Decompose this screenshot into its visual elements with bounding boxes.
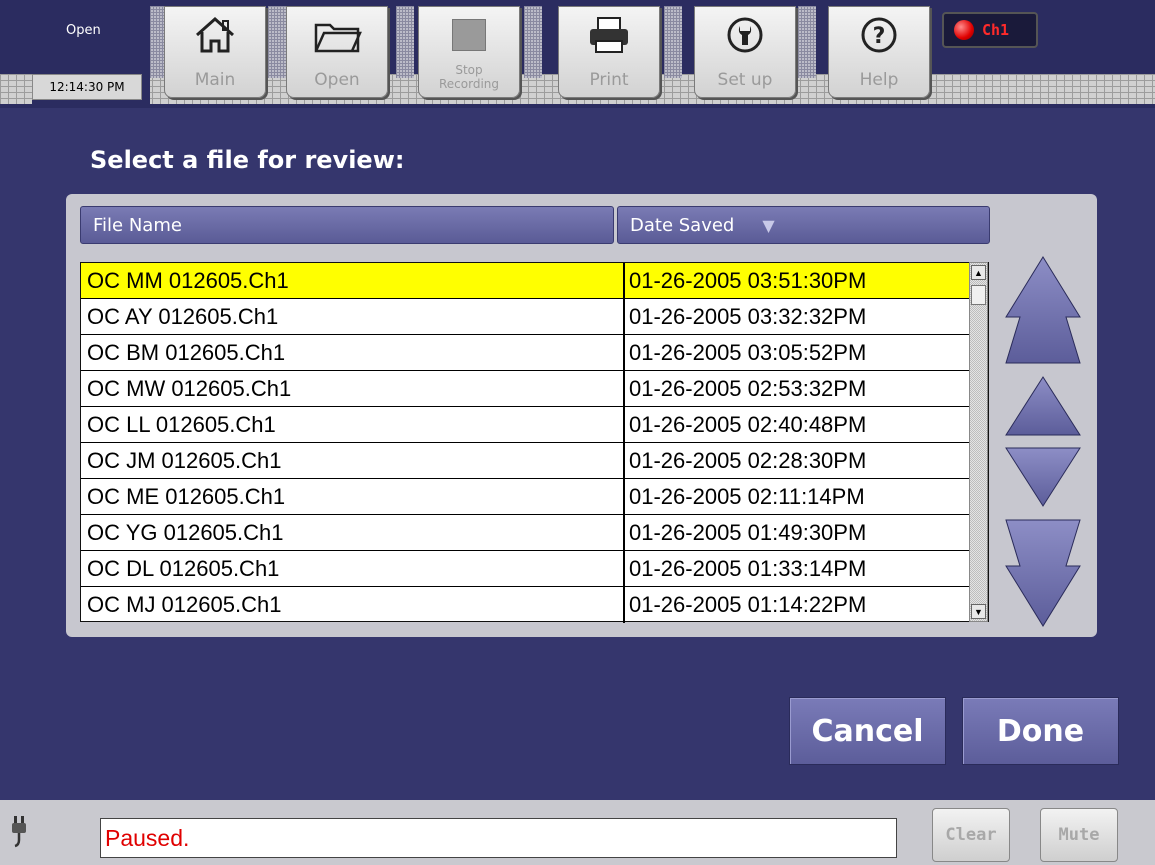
printer-icon <box>559 13 659 57</box>
help-button-label: Help <box>859 70 899 90</box>
table-row[interactable]: OC MJ 012605.Ch1 01-26-2005 01:14:22PM <box>81 587 969 623</box>
date-saved-cell: 01-26-2005 02:11:14PM <box>623 479 865 515</box>
column-header-file-name-label: File Name <box>93 214 182 236</box>
date-saved-cell: 01-26-2005 01:33:14PM <box>623 551 866 587</box>
column-header-date-saved-label: Date Saved <box>630 214 735 236</box>
table-row[interactable]: OC YG 012605.Ch1 01-26-2005 01:49:30PM <box>81 515 969 551</box>
stop-label-line2: Recording <box>438 77 500 91</box>
folder-icon <box>287 13 387 57</box>
print-button-label: Print <box>589 70 629 90</box>
date-saved-cell: 01-26-2005 03:32:32PM <box>623 299 866 335</box>
file-name-cell: OC AY 012605.Ch1 <box>87 303 279 329</box>
channel-label: Ch1 <box>982 21 1010 39</box>
print-button[interactable]: Print <box>558 6 660 98</box>
file-table: OC MM 012605.Ch1 01-26-2005 03:51:30PM O… <box>80 262 989 623</box>
mute-button[interactable]: Mute <box>1040 808 1118 862</box>
cancel-button[interactable]: Cancel <box>789 697 946 765</box>
open-button-label: Open <box>314 70 360 90</box>
status-message-field: Paused. <box>100 818 897 858</box>
sort-descending-icon: ▼ <box>762 215 775 235</box>
page-up-button[interactable] <box>1004 255 1082 365</box>
clear-button[interactable]: Clear <box>932 808 1010 862</box>
table-row[interactable]: OC BM 012605.Ch1 01-26-2005 03:05:52PM <box>81 335 969 371</box>
date-saved-cell: 01-26-2005 01:14:22PM <box>623 587 866 623</box>
date-saved-cell: 01-26-2005 03:51:30PM <box>623 263 866 299</box>
file-name-cell: OC YG 012605.Ch1 <box>87 519 284 545</box>
column-header-file-name[interactable]: File Name <box>80 206 614 244</box>
record-dot-icon <box>954 20 974 40</box>
scroll-up-arrow-icon[interactable]: ▲ <box>971 265 986 280</box>
scroll-down-button[interactable] <box>1004 446 1082 508</box>
stop-recording-button[interactable]: Stop Recording <box>418 6 520 98</box>
stop-recording-label: Stop Recording <box>419 63 519 91</box>
date-saved-cell: 01-26-2005 02:40:48PM <box>623 407 866 443</box>
date-saved-cell: 01-26-2005 02:53:32PM <box>623 371 866 407</box>
scroll-down-arrow-icon[interactable]: ▼ <box>971 604 986 619</box>
table-row[interactable]: OC LL 012605.Ch1 01-26-2005 02:40:48PM <box>81 407 969 443</box>
toolbar-separator <box>798 6 816 78</box>
setup-button-label: Set up <box>717 70 773 90</box>
file-name-cell: OC ME 012605.Ch1 <box>87 483 286 509</box>
main-button[interactable]: Main <box>164 6 266 98</box>
main-button-label: Main <box>194 70 236 90</box>
date-saved-cell: 01-26-2005 03:05:52PM <box>623 335 866 371</box>
svg-text:?: ? <box>873 24 886 49</box>
column-header-date-saved[interactable]: Date Saved ▼ <box>617 206 990 244</box>
toolbar-separator <box>524 6 542 78</box>
table-row[interactable]: OC DL 012605.Ch1 01-26-2005 01:33:14PM <box>81 551 969 587</box>
file-name-cell: OC MM 012605.Ch1 <box>87 267 289 293</box>
stop-label-line1: Stop <box>455 63 483 77</box>
channel-indicator-button[interactable]: Ch1 <box>942 12 1038 48</box>
file-name-cell: OC MW 012605.Ch1 <box>87 375 292 401</box>
toolbar-separator <box>268 6 286 78</box>
date-saved-cell: 01-26-2005 01:49:30PM <box>623 515 866 551</box>
file-name-cell: OC JM 012605.Ch1 <box>87 447 282 473</box>
file-list-scrollbar[interactable]: ▲ ▼ <box>969 262 988 622</box>
table-row[interactable]: OC MW 012605.Ch1 01-26-2005 02:53:32PM <box>81 371 969 407</box>
table-row[interactable]: OC MM 012605.Ch1 01-26-2005 03:51:30PM <box>81 263 969 299</box>
wrench-icon <box>695 13 795 57</box>
page-down-button[interactable] <box>1004 518 1082 628</box>
file-name-cell: OC DL 012605.Ch1 <box>87 555 280 581</box>
setup-button[interactable]: Set up <box>694 6 796 98</box>
toolbar-separator <box>664 6 682 78</box>
date-saved-cell: 01-26-2005 02:28:30PM <box>623 443 866 479</box>
home-icon <box>165 13 265 57</box>
scroll-up-button[interactable] <box>1004 375 1082 437</box>
scrollbar-thumb[interactable] <box>971 285 986 305</box>
power-plug-icon <box>10 814 28 854</box>
table-row[interactable]: OC AY 012605.Ch1 01-26-2005 03:32:32PM <box>81 299 969 335</box>
table-row[interactable]: OC ME 012605.Ch1 01-26-2005 02:11:14PM <box>81 479 969 515</box>
page-title: Select a file for review: <box>90 146 405 174</box>
table-row[interactable]: OC JM 012605.Ch1 01-26-2005 02:28:30PM <box>81 443 969 479</box>
help-button[interactable]: ? Help <box>828 6 930 98</box>
file-name-cell: OC BM 012605.Ch1 <box>87 339 286 365</box>
mode-label: Open <box>66 23 101 38</box>
file-name-cell: OC MJ 012605.Ch1 <box>87 591 282 617</box>
file-name-cell: OC LL 012605.Ch1 <box>87 411 276 437</box>
stop-icon <box>419 13 519 57</box>
open-button[interactable]: Open <box>286 6 388 98</box>
toolbar-separator <box>396 6 414 78</box>
done-button[interactable]: Done <box>962 697 1119 765</box>
clock-display: 12:14:30 PM <box>32 74 142 100</box>
help-icon: ? <box>829 13 929 57</box>
